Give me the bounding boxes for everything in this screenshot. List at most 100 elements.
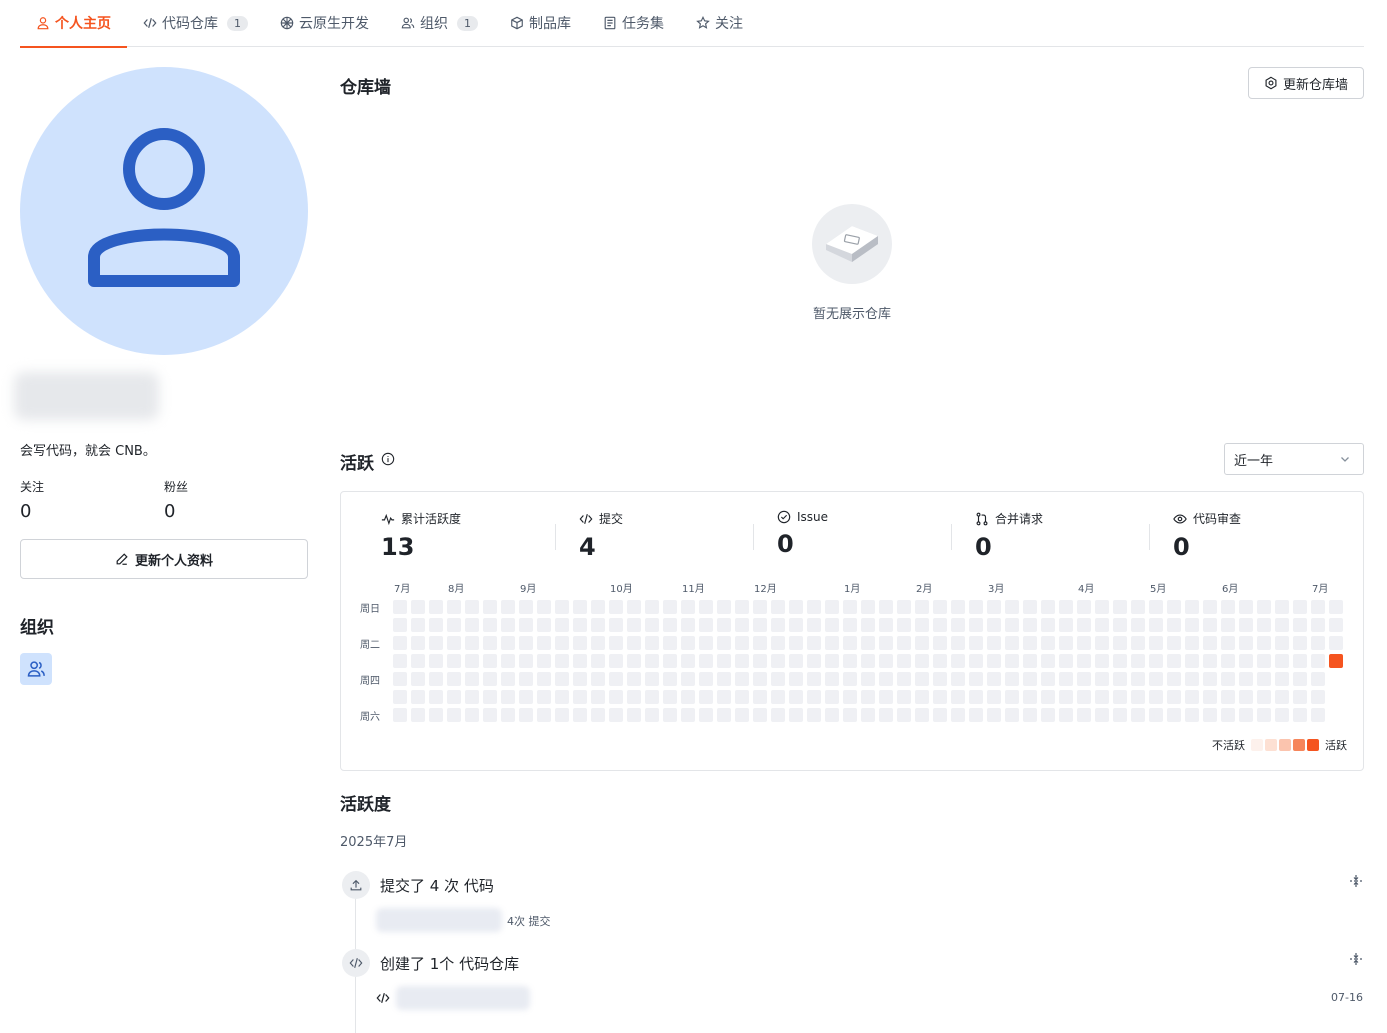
heatmap-cell[interactable] [1239,708,1253,722]
heatmap-cell[interactable] [1077,690,1091,704]
heatmap-cell[interactable] [1023,690,1037,704]
heatmap-cell[interactable] [1059,672,1073,686]
redacted-repo-link[interactable] [396,986,530,1010]
heatmap-cell[interactable] [429,636,443,650]
following-stat[interactable]: 关注 0 [20,478,44,522]
heatmap-cell[interactable] [807,618,821,632]
heatmap-cell[interactable] [555,708,569,722]
heatmap-cell[interactable] [699,618,713,632]
heatmap-cell[interactable] [1293,672,1307,686]
heatmap-cell[interactable] [897,636,911,650]
heatmap-cell[interactable] [843,690,857,704]
heatmap-cell[interactable] [465,636,479,650]
heatmap-cell[interactable] [1257,636,1271,650]
heatmap-cell[interactable] [987,708,1001,722]
heatmap-cell[interactable] [969,654,983,668]
heatmap-cell[interactable] [987,690,1001,704]
heatmap-cell[interactable] [915,654,929,668]
heatmap-cell[interactable] [771,654,785,668]
heatmap-cell[interactable] [969,636,983,650]
heatmap-cell[interactable] [789,636,803,650]
heatmap-cell[interactable] [1293,708,1307,722]
heatmap-cell[interactable] [843,708,857,722]
heatmap-cell[interactable] [735,690,749,704]
heatmap-cell[interactable] [1311,672,1325,686]
heatmap-cell[interactable] [537,618,551,632]
heatmap-cell[interactable] [681,618,695,632]
heatmap-cell[interactable] [1095,708,1109,722]
heatmap-cell[interactable] [1239,618,1253,632]
heatmap-cell[interactable] [519,618,533,632]
heatmap-cell[interactable] [681,600,695,614]
heatmap-cell[interactable] [753,636,767,650]
heatmap-cell[interactable] [591,708,605,722]
heatmap-cell[interactable] [1239,672,1253,686]
heatmap-cell[interactable] [1005,636,1019,650]
heatmap-cell[interactable] [1167,672,1181,686]
heatmap-cell[interactable] [1059,708,1073,722]
heatmap-cell[interactable] [699,708,713,722]
heatmap-cell[interactable] [645,690,659,704]
heatmap-cell[interactable] [1239,600,1253,614]
heatmap-cell[interactable] [861,654,875,668]
heatmap-cell[interactable] [951,690,965,704]
heatmap-cell[interactable] [411,636,425,650]
heatmap-cell[interactable] [699,690,713,704]
heatmap-cell[interactable] [573,654,587,668]
heatmap-cell[interactable] [627,636,641,650]
heatmap-cell[interactable] [879,672,893,686]
heatmap-cell[interactable] [1023,654,1037,668]
heatmap-cell[interactable] [753,708,767,722]
heatmap-cell[interactable] [663,708,677,722]
heatmap-cell[interactable] [1293,636,1307,650]
heatmap-cell[interactable] [915,708,929,722]
heatmap-cell[interactable] [519,708,533,722]
heatmap-cell[interactable] [1131,618,1145,632]
heatmap-cell[interactable] [1095,636,1109,650]
heatmap-cell[interactable] [1311,690,1325,704]
heatmap-cell[interactable] [753,618,767,632]
heatmap-cell[interactable] [411,708,425,722]
heatmap-cell[interactable] [483,708,497,722]
heatmap-cell[interactable] [465,690,479,704]
heatmap-cell[interactable] [969,708,983,722]
heatmap-cell[interactable] [1275,690,1289,704]
heatmap-cell[interactable] [1167,654,1181,668]
heatmap-cell[interactable] [681,672,695,686]
collapse-icon[interactable] [1349,952,1363,966]
heatmap-cell[interactable] [789,654,803,668]
heatmap-cell[interactable] [501,618,515,632]
heatmap-cell[interactable] [1185,672,1199,686]
heatmap-cell[interactable] [1131,600,1145,614]
heatmap-cell[interactable] [1329,618,1343,632]
heatmap-cell[interactable] [1095,690,1109,704]
heatmap-cell[interactable] [1167,690,1181,704]
heatmap-cell[interactable] [447,690,461,704]
heatmap-cell[interactable] [465,600,479,614]
heatmap-cell[interactable] [843,618,857,632]
heatmap-cell[interactable] [1257,708,1271,722]
heatmap-cell[interactable] [1275,636,1289,650]
heatmap-cell[interactable] [1131,654,1145,668]
heatmap-cell[interactable] [681,636,695,650]
heatmap-cell[interactable] [483,672,497,686]
heatmap-cell[interactable] [1113,708,1127,722]
heatmap-cell[interactable] [555,600,569,614]
heatmap-cell[interactable] [951,618,965,632]
heatmap-cell[interactable] [843,636,857,650]
heatmap-cell[interactable] [609,672,623,686]
heatmap-cell[interactable] [555,636,569,650]
heatmap-cell[interactable] [951,636,965,650]
heatmap-cell[interactable] [789,600,803,614]
heatmap-cell[interactable] [1059,654,1073,668]
tab-profile[interactable]: 个人主页 [20,0,127,48]
heatmap-cell[interactable] [1113,672,1127,686]
heatmap-cell[interactable] [1275,600,1289,614]
heatmap-cell[interactable] [519,600,533,614]
heatmap-cell[interactable] [1275,618,1289,632]
heatmap-cell[interactable] [393,636,407,650]
heatmap-cell[interactable] [681,654,695,668]
heatmap-cell[interactable] [609,600,623,614]
heatmap-cell[interactable] [573,636,587,650]
heatmap-cell[interactable] [1221,654,1235,668]
